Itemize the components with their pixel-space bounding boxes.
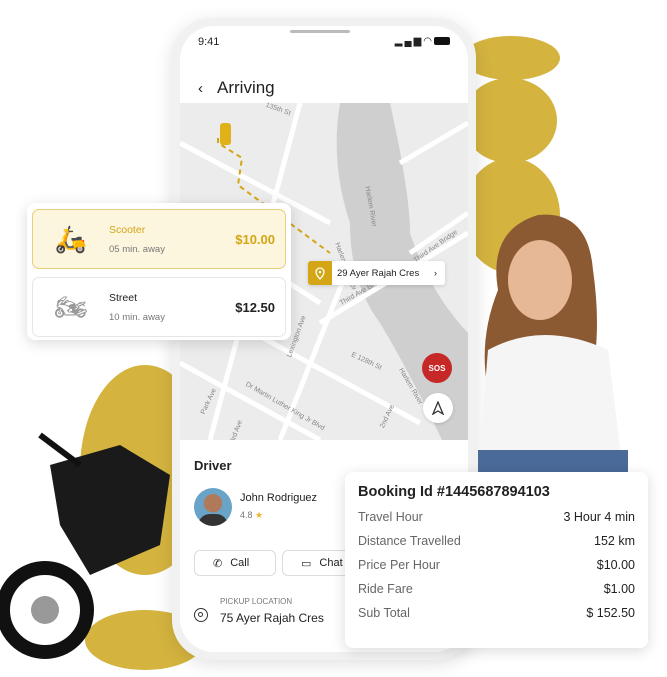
- decor-blob: [462, 36, 560, 80]
- driver-rating: 4.8: [240, 510, 253, 520]
- pickup-label: PICKUP LOCATION: [220, 597, 293, 606]
- navigation-arrow-icon: [431, 401, 445, 415]
- booking-row: Distance Travelled 152 km: [358, 534, 635, 548]
- row-value: $ 152.50: [586, 606, 635, 620]
- call-button[interactable]: ✆ Call: [194, 550, 276, 576]
- chat-icon: ▭: [301, 557, 312, 570]
- location-pin-icon: [308, 261, 332, 285]
- row-value: 3 Hour 4 min: [563, 510, 635, 524]
- vehicle-eta: 10 min. away: [109, 311, 165, 323]
- vehicle-eta: 05 min. away: [109, 243, 165, 255]
- row-value: $10.00: [596, 558, 635, 572]
- vehicle-option-street[interactable]: 🏍 Street 10 min. away $12.50: [32, 277, 286, 337]
- row-label: Ride Fare: [358, 582, 413, 596]
- driver-name: John Rodriguez: [240, 492, 318, 504]
- row-label: Distance Travelled: [358, 534, 461, 548]
- booking-row: Sub Total $ 152.50: [358, 606, 635, 620]
- status-bar: 9:41 ▂▄▆◠: [198, 36, 450, 48]
- vehicle-option-scooter[interactable]: 🛵 Scooter 05 min. away $10.00: [32, 209, 286, 269]
- row-value: 152 km: [594, 534, 635, 548]
- battery-icon: [434, 37, 450, 46]
- row-label: Price Per Hour: [358, 558, 440, 572]
- driver-rating-row: 4.8 ★: [240, 510, 263, 521]
- decor-blob: [462, 78, 557, 163]
- motorcycle-image: [0, 405, 190, 665]
- signal-icon: ▂▄▆: [394, 36, 424, 47]
- driver-heading: Driver: [194, 458, 232, 473]
- wifi-icon: ◠: [423, 36, 434, 47]
- row-label: Sub Total: [358, 606, 410, 620]
- chat-label: Chat: [319, 557, 343, 569]
- vehicle-name: Scooter: [109, 223, 146, 236]
- booking-id: Booking Id #1445687894103: [358, 484, 550, 500]
- car-icon: [220, 123, 231, 145]
- page-title: Arriving: [217, 78, 275, 97]
- chevron-right-icon: ›: [433, 267, 437, 279]
- row-value: $1.00: [603, 582, 635, 596]
- vehicle-price: $12.50: [235, 299, 275, 315]
- star-icon: ★: [255, 510, 264, 520]
- header: ‹ Arriving: [198, 78, 275, 98]
- destination-pin[interactable]: 29 Ayer Rajah Cres ›: [308, 261, 445, 285]
- notch: [290, 30, 350, 33]
- vehicle-price: $10.00: [235, 231, 275, 247]
- booking-summary: Booking Id #1445687894103 Travel Hour 3 H…: [345, 472, 648, 648]
- destination-address: 29 Ayer Rajah Cres: [337, 267, 420, 279]
- scooter-icon: 🛵: [54, 223, 88, 254]
- row-label: Travel Hour: [358, 510, 423, 524]
- target-icon: [194, 608, 208, 622]
- vehicle-selector: 🛵 Scooter 05 min. away $10.00 🏍 Street 10 …: [27, 203, 291, 340]
- woman-image: [468, 210, 628, 472]
- booking-row: Ride Fare $1.00: [358, 582, 635, 596]
- motorcycle-icon: 🏍: [54, 291, 88, 322]
- chevron-left-icon[interactable]: ‹: [198, 80, 203, 97]
- status-time: 9:41: [198, 36, 220, 48]
- booking-row: Price Per Hour $10.00: [358, 558, 635, 572]
- call-label: Call: [230, 557, 250, 569]
- booking-row: Travel Hour 3 Hour 4 min: [358, 510, 635, 524]
- vehicle-name: Street: [109, 291, 138, 304]
- phone-icon: ✆: [213, 557, 223, 570]
- navigation-button[interactable]: [423, 393, 453, 423]
- sos-button[interactable]: SOS: [422, 353, 452, 383]
- avatar: [194, 488, 232, 526]
- status-icons: ▂▄▆◠: [395, 36, 450, 48]
- pickup-address: 75 Ayer Rajah Cres: [220, 611, 324, 625]
